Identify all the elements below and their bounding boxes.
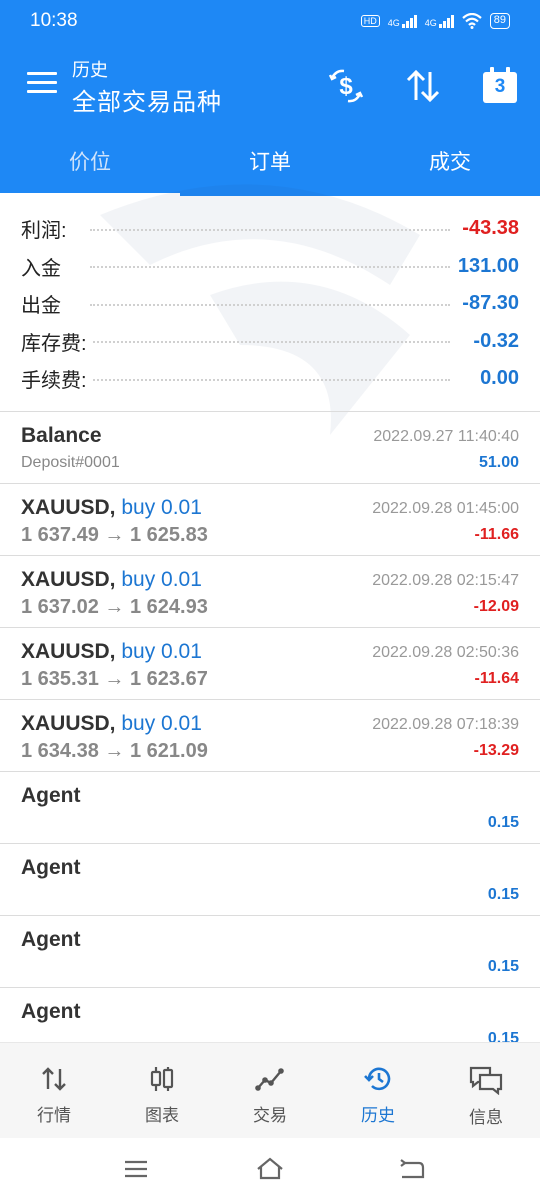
deal-title: Agent [21, 784, 81, 807]
deal-item[interactable]: Agent 0.15 [0, 772, 540, 844]
deal-type: buy 0.01 [115, 640, 202, 663]
signal-2-icon: 4G [425, 14, 454, 28]
trade-icon [255, 1068, 284, 1091]
deal-detail: 1 634.38 → 1 621.09 [21, 740, 208, 762]
back-icon[interactable] [397, 1156, 427, 1182]
summary-label: 出金 [21, 289, 67, 319]
deal-amount: 0.15 [487, 814, 519, 831]
summary-commission: 手续费: 0.00 [0, 360, 540, 398]
deal-time: 2022.09.28 02:50:36 [372, 644, 519, 661]
deal-title: XAUUSD, [21, 496, 116, 519]
deal-time: 2022.09.28 01:45:00 [372, 500, 519, 517]
tab-indicator [0, 193, 180, 196]
summary-label: 入金 [21, 251, 67, 281]
hd-icon: HD [360, 15, 380, 27]
deal-list: Balance Deposit#0001 2022.09.27 11:40:40… [0, 412, 540, 1060]
deal-item[interactable]: Balance Deposit#0001 2022.09.27 11:40:40… [0, 412, 540, 484]
summary-value: 131.00 [449, 254, 519, 278]
status-icons: HD 4G 4G 89 [360, 13, 510, 29]
home-icon[interactable] [255, 1156, 285, 1182]
deal-title: Agent [21, 1000, 81, 1023]
calendar-day: 3 [494, 76, 506, 97]
status-time: 10:38 [30, 10, 78, 31]
deal-amount: -11.64 [474, 670, 519, 687]
summary-swap: 库存费: -0.32 [0, 323, 540, 361]
deal-amount: -13.29 [473, 742, 519, 759]
history-icon [364, 1067, 391, 1091]
nav-label: 信息 [469, 1108, 503, 1127]
deal-item[interactable]: Agent 0.15 [0, 844, 540, 916]
deal-time: 2022.09.27 11:40:40 [373, 428, 519, 445]
deal-type: buy 0.01 [115, 568, 202, 591]
deal-time: 2022.09.28 07:18:39 [372, 716, 519, 733]
header-subtitle: 历史 [72, 60, 108, 80]
bottom-nav: 行情 图表 交易 历史 信息 [0, 1042, 540, 1138]
summary-deposit: 入金 131.00 [0, 248, 540, 286]
deal-type: buy 0.01 [115, 712, 202, 735]
status-bar: 10:38 HD 4G 4G 89 [0, 0, 540, 42]
summary-section: 利润: -43.38 入金 131.00 出金 -87.30 库存费: -0.3… [0, 210, 540, 398]
deal-amount: -11.66 [474, 526, 519, 543]
deal-title: XAUUSD, [21, 712, 116, 735]
deal-amount: 0.15 [487, 886, 519, 903]
deal-type: buy 0.01 [115, 496, 202, 519]
battery-icon: 89 [489, 13, 510, 29]
nav-label: 交易 [253, 1106, 287, 1125]
tab-prices[interactable]: 价位 [0, 126, 180, 196]
currency-icon[interactable]: $ [324, 64, 368, 108]
messages-icon [469, 1066, 503, 1095]
deal-amount: 0.15 [487, 958, 519, 975]
chart-icon [150, 1067, 174, 1091]
nav-history[interactable]: 历史 [324, 1043, 432, 1138]
signal-1-icon: 4G [388, 14, 417, 28]
menu-icon[interactable] [27, 72, 57, 94]
deal-amount: 51.00 [478, 454, 519, 471]
deal-detail: 1 637.02 → 1 624.93 [21, 596, 208, 618]
summary-value: -87.30 [454, 292, 519, 316]
deal-title: XAUUSD, [21, 568, 116, 591]
svg-text:$: $ [339, 73, 353, 100]
tab-deals[interactable]: 成交 [360, 126, 540, 196]
nav-chart[interactable]: 图表 [108, 1043, 216, 1138]
summary-label: 库存费: [21, 326, 93, 356]
nav-label: 行情 [37, 1106, 71, 1125]
quotes-icon [42, 1067, 66, 1091]
tab-bar: 价位 订单 成交 [0, 126, 540, 196]
system-nav [0, 1138, 540, 1200]
deal-detail: 1 635.31 → 1 623.67 [21, 668, 208, 690]
deal-title: XAUUSD, [21, 640, 116, 663]
nav-label: 图表 [145, 1106, 179, 1125]
deal-time: 2022.09.28 02:15:47 [372, 572, 519, 589]
recents-icon[interactable] [121, 1156, 151, 1182]
summary-withdrawal: 出金 -87.30 [0, 285, 540, 323]
nav-label: 历史 [361, 1106, 395, 1125]
deal-amount: -12.09 [473, 598, 519, 615]
deal-item[interactable]: XAUUSD, buy 0.01 1 637.02 → 1 624.93 202… [0, 556, 540, 628]
summary-value: 0.00 [472, 367, 519, 391]
deal-item[interactable]: Agent 0.15 [0, 916, 540, 988]
calendar-icon[interactable]: 3 [478, 64, 522, 108]
nav-quotes[interactable]: 行情 [0, 1043, 108, 1138]
deal-title: Agent [21, 928, 81, 951]
deal-title: Agent [21, 856, 81, 879]
summary-profit: 利润: -43.38 [0, 210, 540, 248]
summary-label: 手续费: [21, 364, 93, 394]
deal-detail: Deposit#0001 [21, 454, 120, 471]
deal-detail: 1 637.49 → 1 625.83 [21, 524, 208, 546]
nav-trade[interactable]: 交易 [216, 1043, 324, 1138]
deal-item[interactable]: XAUUSD, buy 0.01 1 634.38 → 1 621.09 202… [0, 700, 540, 772]
app-bar: 历史 全部交易品种 $ 3 [0, 42, 540, 126]
sort-icon[interactable] [401, 64, 445, 108]
deal-item[interactable]: XAUUSD, buy 0.01 1 637.49 → 1 625.83 202… [0, 484, 540, 556]
deal-title: Balance [21, 424, 102, 447]
deal-item[interactable]: XAUUSD, buy 0.01 1 635.31 → 1 623.67 202… [0, 628, 540, 700]
summary-value: -43.38 [454, 217, 519, 241]
wifi-icon [462, 13, 482, 29]
header-title[interactable]: 全部交易品种 [72, 82, 222, 117]
summary-label: 利润: [21, 214, 73, 244]
summary-value: -0.32 [465, 329, 519, 353]
nav-messages[interactable]: 信息 [432, 1043, 540, 1138]
tab-orders[interactable]: 订单 [180, 126, 360, 196]
